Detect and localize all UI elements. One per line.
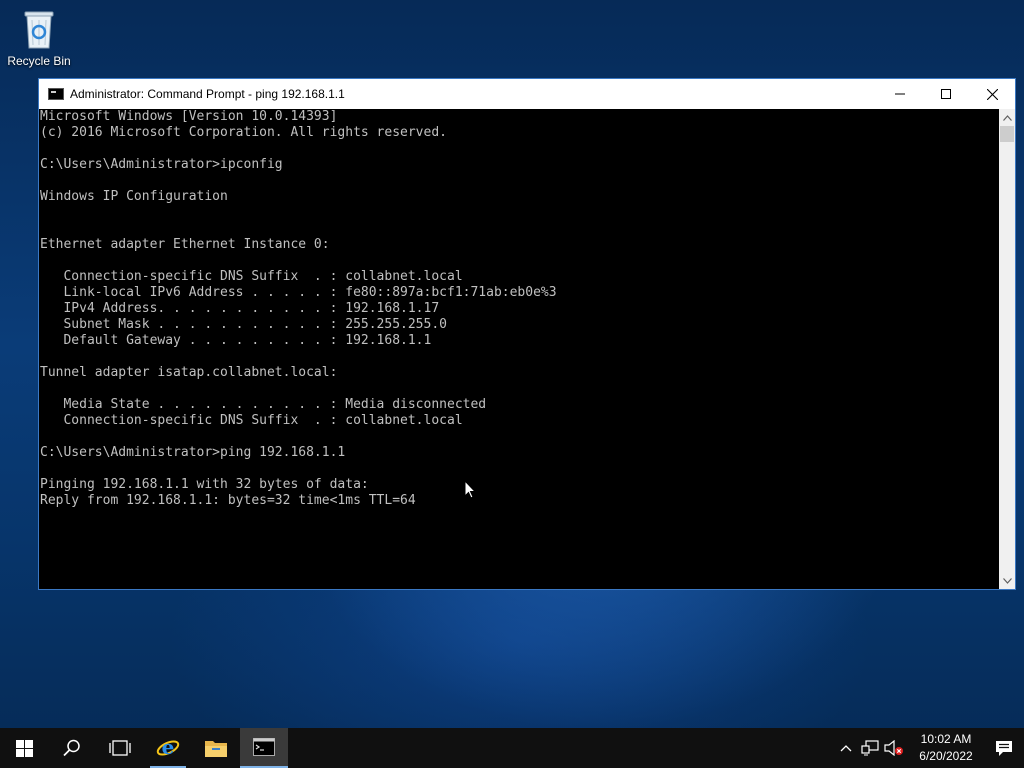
scroll-thumb[interactable] <box>1000 126 1014 142</box>
system-tray: 10:02 AM 6/20/2022 <box>834 728 1024 768</box>
search-button[interactable] <box>48 728 96 768</box>
svg-text:e: e <box>162 736 175 759</box>
taskbar: e 10:02 AM 6/20/2022 <box>0 728 1024 768</box>
close-icon <box>986 88 998 100</box>
network-icon <box>861 740 879 756</box>
file-explorer-button[interactable] <box>192 728 240 768</box>
maximize-icon <box>941 89 951 99</box>
show-hidden-icons-button[interactable] <box>834 744 858 752</box>
title-bar[interactable]: Administrator: Command Prompt - ping 192… <box>39 79 1015 109</box>
network-button[interactable] <box>858 740 882 756</box>
folder-icon <box>205 741 227 757</box>
close-button[interactable] <box>969 79 1015 109</box>
chevron-up-icon <box>840 745 852 752</box>
internet-explorer-button[interactable]: e <box>144 728 192 768</box>
command-prompt-button[interactable] <box>240 728 288 768</box>
command-prompt-window[interactable]: Administrator: Command Prompt - ping 192… <box>38 78 1016 590</box>
task-view-button[interactable] <box>96 728 144 768</box>
chevron-up-icon <box>1002 114 1012 121</box>
search-icon <box>63 739 80 757</box>
volume-muted-icon <box>884 740 903 756</box>
task-view-icon <box>109 740 131 756</box>
recycle-bin-label: Recycle Bin <box>7 54 71 68</box>
minimize-button[interactable] <box>877 79 923 109</box>
maximize-button[interactable] <box>923 79 969 109</box>
recycle-bin-icon <box>22 6 56 50</box>
minimize-icon <box>895 93 905 95</box>
command-prompt-icon <box>253 738 275 756</box>
vertical-scrollbar[interactable] <box>999 109 1015 589</box>
clock-date: 6/20/2022 <box>919 749 973 763</box>
clock[interactable]: 10:02 AM 6/20/2022 <box>912 731 980 765</box>
window-title: Administrator: Command Prompt - ping 192… <box>70 87 345 101</box>
desktop-icon-recycle-bin[interactable]: Recycle Bin <box>4 6 74 68</box>
action-center-icon <box>996 740 1012 756</box>
console-output[interactable]: Microsoft Windows [Version 10.0.14393] (… <box>39 109 999 589</box>
clock-time: 10:02 AM <box>920 732 972 746</box>
start-button[interactable] <box>0 728 48 768</box>
scroll-down-button[interactable] <box>999 572 1015 589</box>
chevron-down-icon <box>1002 577 1012 584</box>
scroll-up-button[interactable] <box>999 109 1015 126</box>
mouse-pointer-icon <box>464 479 477 504</box>
windows-logo-icon <box>15 739 33 757</box>
action-center-button[interactable] <box>984 728 1024 768</box>
console-text: Microsoft Windows [Version 10.0.14393] (… <box>40 109 557 508</box>
command-prompt-icon[interactable] <box>48 88 64 100</box>
volume-button[interactable] <box>882 740 906 756</box>
internet-explorer-icon: e <box>156 736 180 759</box>
